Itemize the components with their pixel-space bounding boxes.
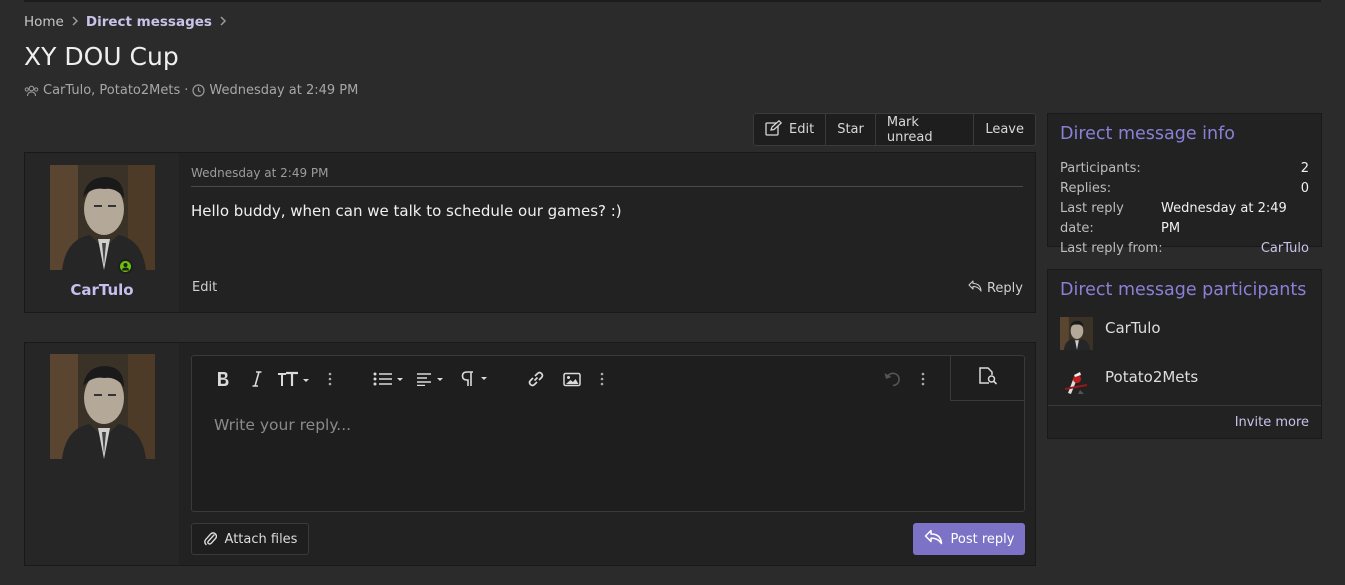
reply-editor: Write your reply...	[191, 355, 1025, 512]
reply-input[interactable]: Write your reply...	[214, 416, 351, 434]
reply-icon	[968, 280, 982, 296]
top-divider	[24, 0, 1321, 2]
breadcrumb-home[interactable]: Home	[24, 14, 64, 30]
online-status-badge	[118, 259, 133, 274]
reply-user-cell	[25, 343, 179, 565]
leave-button[interactable]: Leave	[974, 114, 1035, 145]
edit-button-label: Edit	[789, 122, 815, 137]
reply-arrow	[179, 366, 188, 384]
mark-unread-button[interactable]: Mark unread	[876, 114, 975, 145]
info-value: 0	[1300, 181, 1309, 196]
attach-files-button[interactable]: Attach files	[191, 523, 309, 555]
avatar[interactable]	[50, 354, 155, 459]
users-icon	[24, 85, 39, 97]
user-icon	[120, 261, 131, 272]
attach-files-label: Attach files	[224, 531, 298, 547]
list-icon[interactable]	[373, 368, 407, 390]
text-size-icon[interactable]	[277, 368, 311, 390]
page-title: XY DOU Cup	[24, 42, 179, 71]
breadcrumb: Home Direct messages	[24, 14, 227, 30]
info-value[interactable]: CarTulo	[1261, 239, 1309, 259]
paperclip-icon	[203, 529, 217, 550]
info-block-title: Direct message info	[1060, 124, 1235, 144]
edit-button[interactable]: Edit	[754, 114, 827, 145]
star-button[interactable]: Star	[826, 114, 876, 145]
message-divider	[191, 186, 1023, 187]
bold-icon[interactable]	[216, 368, 230, 390]
info-rows: Participants: 2 Replies: 0 Last reply da…	[1048, 144, 1321, 259]
info-row-last-reply-from: Last reply from: CarTulo	[1060, 239, 1309, 259]
editor-toolbar	[192, 356, 1024, 401]
breadcrumb-direct-messages[interactable]: Direct messages	[86, 14, 212, 30]
message-info-block: Direct message info Participants: 2 Repl…	[1047, 113, 1322, 256]
info-value[interactable]: Wednesday at 2:49 PM	[1161, 199, 1309, 239]
info-label: Last reply from:	[1060, 241, 1163, 256]
more-icon[interactable]	[600, 368, 604, 390]
invite-more-link[interactable]: Invite more	[1048, 405, 1321, 438]
info-row-replies: Replies: 0	[1060, 179, 1309, 199]
undo-icon[interactable]	[883, 368, 901, 390]
info-row-last-reply-date: Last reply date: Wednesday at 2:49 PM	[1060, 199, 1309, 239]
message-edit-link[interactable]: Edit	[192, 280, 217, 295]
align-icon[interactable]	[416, 368, 450, 390]
preview-icon	[978, 367, 998, 389]
avatar[interactable]	[1060, 317, 1093, 350]
more-icon[interactable]	[328, 368, 332, 390]
post-reply-button[interactable]: Post reply	[913, 523, 1025, 555]
message-reply-button[interactable]: Reply	[968, 280, 1023, 296]
meta-separator: ·	[184, 83, 189, 98]
image-icon[interactable]	[563, 368, 581, 390]
paragraph-icon[interactable]	[461, 368, 495, 390]
message-date[interactable]: Wednesday at 2:49 PM	[191, 166, 329, 180]
message-body: Hello buddy, when can we talk to schedul…	[191, 202, 622, 220]
participants-block-title: Direct message participants	[1060, 280, 1307, 300]
thread-actions: Edit Star Mark unread Leave	[753, 113, 1036, 146]
avatar[interactable]	[50, 165, 155, 270]
info-label: Replies:	[1060, 181, 1112, 196]
link-icon[interactable]	[527, 368, 545, 390]
avatar[interactable]	[1060, 366, 1093, 399]
edit-icon	[765, 119, 783, 140]
info-row-participants: Participants: 2	[1060, 159, 1309, 179]
message-arrow	[179, 167, 188, 185]
info-label: Last reply date:	[1060, 201, 1124, 236]
post-reply-label: Post reply	[950, 531, 1015, 547]
participant-name[interactable]: Potato2Mets	[1105, 368, 1198, 386]
preview-button[interactable]	[950, 356, 1024, 401]
username[interactable]: CarTulo	[25, 281, 179, 299]
message: CarTulo Wednesday at 2:49 PM Hello buddy…	[24, 152, 1036, 313]
message-user-cell: CarTulo	[25, 153, 179, 312]
reply-form: Write your reply... Attach files Post re…	[24, 342, 1036, 566]
participant-item[interactable]: Potato2Mets	[1060, 366, 1198, 399]
reply-label: Reply	[986, 280, 1023, 296]
info-value: 2	[1300, 161, 1309, 176]
more-icon[interactable]	[921, 368, 925, 390]
thread-date[interactable]: Wednesday at 2:49 PM	[209, 83, 358, 98]
italic-icon[interactable]	[252, 368, 262, 390]
clock-icon	[192, 84, 205, 97]
chevron-right-icon	[71, 15, 79, 30]
participants-block: Direct message participants CarTulo Pota…	[1047, 269, 1322, 439]
chevron-right-icon	[219, 15, 227, 30]
participant-item[interactable]: CarTulo	[1060, 317, 1161, 350]
info-label: Participants:	[1060, 161, 1141, 176]
participant-name[interactable]: CarTulo	[1105, 319, 1161, 337]
participants-link[interactable]: CarTulo, Potato2Mets	[43, 83, 180, 98]
reply-icon	[924, 529, 943, 549]
thread-meta: CarTulo, Potato2Mets · Wednesday at 2:49…	[24, 83, 358, 98]
